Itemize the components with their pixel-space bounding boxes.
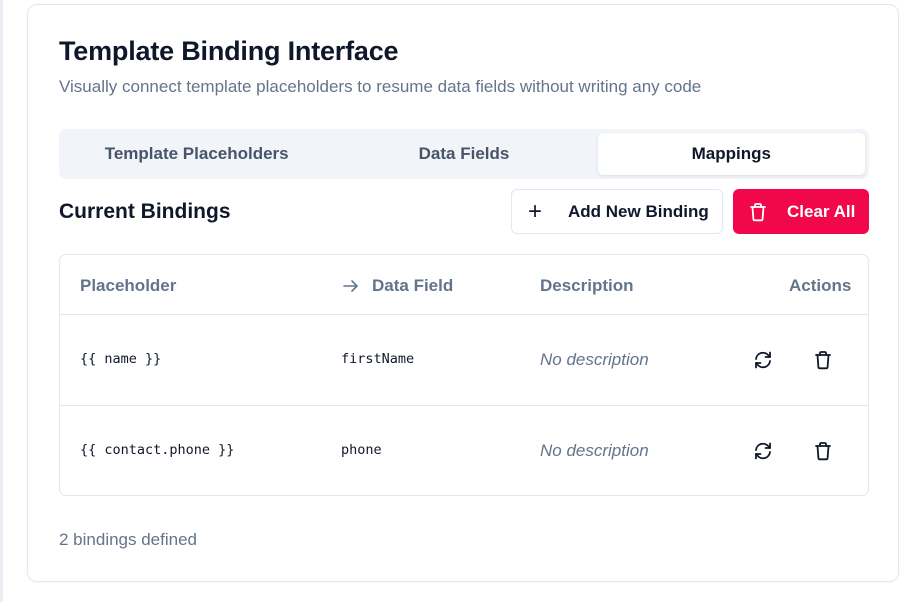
- page-title: Template Binding Interface: [59, 36, 399, 66]
- tab-template-placeholders[interactable]: Template Placeholders: [63, 133, 330, 175]
- description-cell: No description: [540, 441, 649, 460]
- table-row: {{ contact.phone }} phone No description: [60, 406, 868, 495]
- header-data-field-group: Data Field: [343, 276, 453, 296]
- binding-card: Template Binding Interface Visually conn…: [27, 4, 899, 582]
- header-placeholder: Placeholder: [80, 276, 177, 295]
- trash-icon[interactable]: [811, 439, 835, 463]
- placeholder-cell: {{ name }}: [80, 351, 162, 367]
- bindings-table: Placeholder Data Field Description Actio…: [59, 254, 869, 496]
- header-actions: Actions: [789, 276, 852, 295]
- plus-icon: +: [528, 197, 543, 225]
- header-data-field: Data Field: [372, 276, 454, 295]
- data-field-cell: firstName: [341, 351, 415, 367]
- tab-data-fields[interactable]: Data Fields: [330, 133, 597, 175]
- page: Template Binding Interface Visually conn…: [0, 0, 912, 602]
- data-field-cell: phone: [341, 442, 382, 458]
- description-cell: No description: [540, 350, 649, 369]
- refresh-icon[interactable]: [751, 348, 775, 372]
- table-row: {{ name }} firstName No description: [60, 315, 868, 406]
- tab-mappings[interactable]: Mappings: [597, 133, 865, 175]
- tab-bar: Template Placeholders Data Fields Mappin…: [59, 129, 869, 179]
- header-description: Description: [540, 276, 634, 295]
- arrow-right-icon: [343, 280, 358, 292]
- trash-icon[interactable]: [811, 348, 835, 372]
- add-binding-button[interactable]: + Add New Binding: [511, 189, 723, 234]
- placeholder-cell: {{ contact.phone }}: [80, 442, 235, 458]
- trash-icon: [750, 202, 766, 221]
- page-subtitle: Visually connect template placeholders t…: [59, 77, 702, 96]
- section-title: Current Bindings: [59, 200, 231, 223]
- clear-all-button[interactable]: Clear All: [733, 189, 869, 234]
- add-binding-label: Add New Binding: [568, 201, 709, 221]
- bindings-count: 2 bindings defined: [59, 530, 198, 549]
- refresh-icon[interactable]: [751, 439, 775, 463]
- table-header: Placeholder Data Field Description Actio…: [60, 255, 868, 315]
- clear-all-label: Clear All: [787, 201, 856, 221]
